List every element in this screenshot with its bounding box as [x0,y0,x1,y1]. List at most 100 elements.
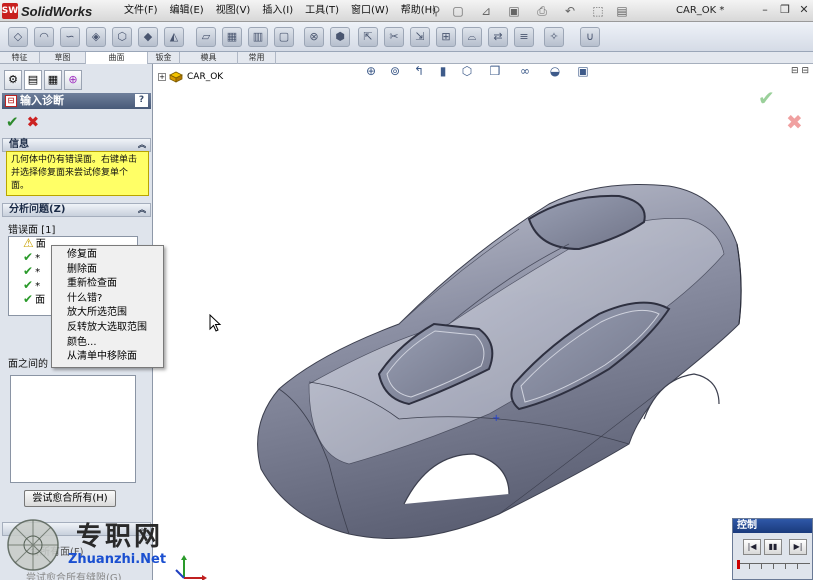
pin-icon[interactable]: ⚲ [428,3,444,19]
new-document-icon[interactable]: ▢ [450,3,466,19]
tab-sheet-metal[interactable]: 钣金 [148,52,180,64]
menu-item-color[interactable]: 颜色... [52,336,163,351]
pause-icon[interactable]: ▮▮ [764,539,782,555]
healed-face-row[interactable]: ✔ 面 [23,292,45,308]
freeform-icon[interactable]: ∪ [580,27,600,47]
feature-manager-tab-icon[interactable]: ⚙ [4,70,22,90]
info-section-header[interactable]: 信息 ︽ [2,138,151,152]
previous-view-icon[interactable]: ↰ [410,63,428,79]
menu-file[interactable]: 文件(F) [118,4,164,18]
configuration-manager-tab-icon[interactable]: ▦ [44,70,62,90]
menu-item-repair-face[interactable]: 修复面 [52,248,163,263]
loft-surface-icon[interactable]: ◈ [86,27,106,47]
fillet-icon[interactable]: ⌓ [462,27,482,47]
attempt-heal-all-button[interactable]: 尝试愈合所有(H) [24,490,116,507]
car-body-model[interactable]: + [249,174,749,554]
timeline-tick [773,564,774,569]
mouse-cursor-icon [209,314,222,332]
select-icon[interactable]: ⬚ [590,3,606,19]
tab-common[interactable]: 常用 [238,52,276,64]
help-button[interactable]: ? [135,94,148,107]
tab-surfaces[interactable]: 曲面 [86,52,148,64]
hide-show-items-icon[interactable]: ∞ [516,63,534,79]
planar-surface-icon[interactable]: ▱ [196,27,216,47]
boundary-surface-icon[interactable]: ⬡ [112,27,132,47]
section-view-icon[interactable]: ▮ [434,63,452,79]
options-icon[interactable]: ▤ [614,3,630,19]
knit-surface-icon[interactable]: ⊞ [436,27,456,47]
dimxpert-tab-icon[interactable]: ⊕ [64,70,82,90]
thicken-icon[interactable]: ▢ [274,27,294,47]
menu-view[interactable]: 视图(V) [210,4,257,18]
save-icon[interactable]: ▣ [506,3,522,19]
timeline-marker[interactable] [737,560,740,569]
tab-mold-tools[interactable]: 模具 [180,52,238,64]
collapse-icon[interactable]: ︽ [138,204,146,216]
menu-item-delete-face[interactable]: 删除面 [52,263,163,278]
viewport-window-controls[interactable]: ⊟ ⊟ [791,66,809,76]
menu-edit[interactable]: 编辑(E) [164,4,210,18]
surface-toolbar: ◇ ◠ ∽ ◈ ⬡ ◆ ◭ ▱ ▦ ▥ ▢ ⊗ ⬢ ⇱ ✂ ⇲ ⊞ ⌓ ⇄ ≡ … [0,22,813,52]
display-style-icon[interactable]: ❒ [486,63,504,79]
close-icon[interactable]: ✕ [797,3,811,17]
app-name: SolidWorks [21,3,93,19]
minimize-icon[interactable]: – [758,3,772,17]
apply-scene-icon[interactable]: ▣ [574,63,592,79]
play-icon[interactable]: ▶| [789,539,807,555]
gaps-between-faces-label: 面之间的 [8,359,48,370]
cut-with-surface-icon[interactable]: ✧ [544,27,564,47]
zoom-to-area-icon[interactable]: ⊚ [386,63,404,79]
command-manager-tabs: 特征 草图 曲面 钣金 模具 常用 [0,52,813,64]
confirm-ok-icon[interactable]: ✔ [758,86,775,110]
graphics-area[interactable]: + CAR_OK ⊕ ⊚ ↰ ▮ ⬡ ❒ ∞ ◒ ▣ ⊟ ⊟ ✔ ✖ + [154,64,813,580]
replace-face-icon[interactable]: ⬢ [330,27,350,47]
trim-surface-icon[interactable]: ✂ [384,27,404,47]
import-diagnostics-icon: ⊟ [5,95,17,107]
fill-surface-icon[interactable]: ◭ [164,27,184,47]
gaps-list[interactable] [10,375,136,483]
collapse-icon[interactable]: ︽ [138,139,146,151]
cancel-button[interactable]: ✖ [27,114,40,130]
untrim-surface-icon[interactable]: ⇲ [410,27,430,47]
revolve-surface-icon[interactable]: ◠ [34,27,54,47]
zoom-to-fit-icon[interactable]: ⊕ [362,63,380,79]
analyze-section-header[interactable]: 分析问题(Z) ︽ [2,203,151,217]
menu-item-zoom-to-selection[interactable]: 放大所选范围 [52,306,163,321]
menu-window[interactable]: 窗口(W) [345,4,395,18]
open-document-icon[interactable]: ⊿ [478,3,494,19]
tab-features[interactable]: 特征 [0,52,40,64]
face-row-text: 面 [35,239,46,250]
radiate-surface-icon[interactable]: ▦ [222,27,242,47]
ruled-surface-icon[interactable]: ▥ [248,27,268,47]
timeline-slider[interactable] [737,560,810,569]
menu-item-remove-face-from-list[interactable]: 从清单中移除面 [52,350,163,365]
delete-face-icon[interactable]: ⊗ [304,27,324,47]
part-name: CAR_OK [187,72,224,82]
flyout-tree-root[interactable]: + CAR_OK [158,70,223,84]
menu-item-invert-zoom-selection[interactable]: 反转放大选取范围 [52,321,163,336]
mid-surface-icon[interactable]: ≡ [514,27,534,47]
property-manager-tab-icon[interactable]: ▤ [24,70,42,90]
sweep-surface-icon[interactable]: ∽ [60,27,80,47]
edit-appearance-icon[interactable]: ◒ [546,63,564,79]
menu-tools[interactable]: 工具(T) [299,4,345,18]
extrude-surface-icon[interactable]: ◇ [8,27,28,47]
expand-icon[interactable]: + [158,73,166,81]
ok-cancel-buttons: ✔ ✖ [6,114,39,130]
print-icon[interactable]: ⎙ [534,3,550,19]
tab-sketch[interactable]: 草图 [40,52,86,64]
view-orientation-icon[interactable]: ⬡ [458,63,476,79]
restore-icon[interactable]: ❐ [778,3,792,17]
ok-button[interactable]: ✔ [6,114,19,130]
move-face-icon[interactable]: ⇄ [488,27,508,47]
confirm-cancel-icon[interactable]: ✖ [786,110,803,134]
offset-surface-icon[interactable]: ◆ [138,27,158,47]
menu-item-recheck-face[interactable]: 重新检查面 [52,277,163,292]
timeline-tick [785,564,786,569]
rewind-icon[interactable]: |◀ [743,539,761,555]
menu-item-whats-wrong[interactable]: 什么错? [52,292,163,307]
undo-icon[interactable]: ↶ [562,3,578,19]
menu-insert[interactable]: 插入(I) [256,4,299,18]
extend-surface-icon[interactable]: ⇱ [358,27,378,47]
watermark-ball-logo [7,519,59,571]
